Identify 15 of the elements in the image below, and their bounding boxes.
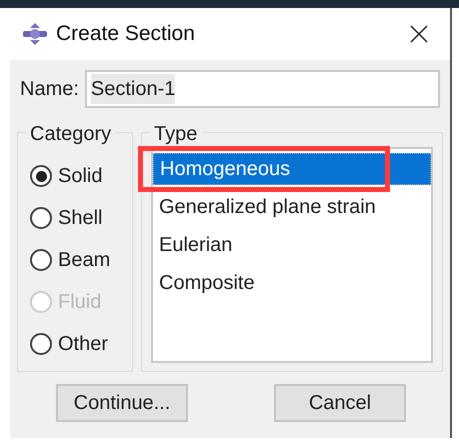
window-title: Create Section (56, 21, 195, 48)
app-icon (22, 22, 48, 46)
radio-option[interactable]: Shell (30, 205, 132, 231)
radio-option[interactable]: Other (30, 331, 132, 357)
list-item[interactable]: Generalized plane strain (153, 191, 431, 223)
list-item[interactable]: Eulerian (153, 229, 431, 261)
radio-option[interactable]: Solid (30, 163, 132, 189)
cancel-button[interactable]: Cancel (274, 384, 406, 422)
list-item[interactable]: Homogeneous (153, 153, 431, 185)
list-item[interactable]: Composite (153, 267, 431, 299)
name-label: Name: (20, 77, 79, 102)
name-field[interactable]: Section-1 (84, 70, 440, 108)
close-icon[interactable] (410, 25, 428, 43)
radio-option[interactable]: Beam (30, 247, 132, 273)
continue-button[interactable]: Continue... (56, 384, 188, 422)
